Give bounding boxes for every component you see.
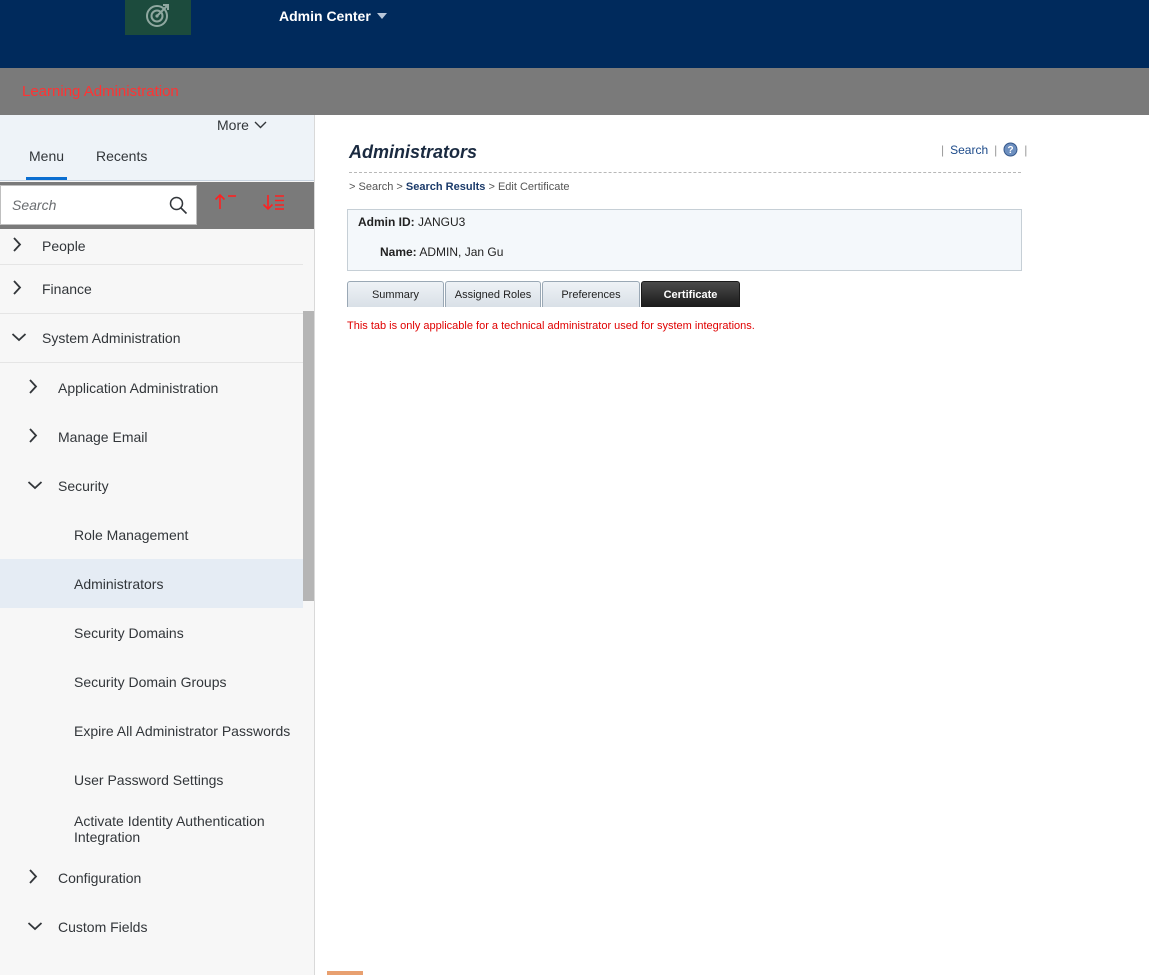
side-navigation: More Menu Recents Search People Finance … (0, 115, 315, 975)
link-separator: | (994, 142, 998, 157)
admin-name-row: Name: ADMIN, Jan Gu (380, 245, 503, 259)
sidebar-item-label: Custom Fields (58, 918, 148, 935)
breadcrumb: > Search > Search Results > Edit Certifi… (349, 181, 570, 193)
search-input[interactable] (1, 186, 161, 224)
link-separator: | (1024, 142, 1028, 157)
top-links: | Search | ? | (935, 142, 1033, 157)
active-tab-indicator (26, 177, 67, 180)
tab-certificate[interactable]: Certificate (641, 281, 740, 307)
sort-descending-icon[interactable] (262, 192, 286, 217)
admin-name-label: Name: (380, 245, 417, 259)
shell-bar: Admin Center (0, 0, 1149, 68)
admin-id-row: Admin ID: JANGU3 (358, 215, 465, 229)
app-title: Admin Center (279, 8, 371, 24)
main-content: Administrators | Search | ? | > Search >… (315, 115, 1149, 975)
sidebar-item-label: People (42, 237, 86, 254)
sub-header-bar: Learning Administration (0, 68, 1149, 115)
chevron-right-icon (11, 280, 23, 299)
tab-preferences[interactable]: Preferences (542, 281, 640, 307)
tab-assigned-roles[interactable]: Assigned Roles (445, 281, 541, 307)
link-separator: | (941, 142, 945, 157)
chevron-down-icon (254, 121, 267, 129)
tab-recents[interactable]: Recents (96, 148, 147, 164)
target-icon (144, 1, 172, 34)
company-logo[interactable] (125, 0, 191, 35)
breadcrumb-separator: > (488, 181, 495, 193)
sidebar-item-administrators[interactable]: Administrators (0, 559, 303, 608)
sidebar-item-role-management[interactable]: Role Management (0, 510, 303, 559)
search-box (0, 185, 197, 225)
sidebar-item-label: User Password Settings (74, 771, 224, 788)
sidebar-item-activate-identity-authentication[interactable]: Activate Identity Authentication Integra… (0, 804, 303, 853)
sidebar-item-application-administration[interactable]: Application Administration (0, 363, 303, 412)
admin-info-panel: Admin ID: JANGU3 Name: ADMIN, Jan Gu (347, 209, 1022, 271)
sidebar-item-system-administration[interactable]: System Administration (0, 314, 303, 363)
svg-text:?: ? (1008, 145, 1014, 156)
help-icon[interactable]: ? (1003, 142, 1018, 157)
breadcrumb-search-results[interactable]: Search Results (406, 181, 485, 193)
sidebar-item-label: Application Administration (58, 379, 219, 396)
sidebar-item-expire-passwords[interactable]: Expire All Administrator Passwords (0, 706, 303, 755)
chevron-right-icon (27, 378, 39, 397)
bottom-scroll-accent (327, 971, 363, 975)
admin-tabs: Summary Assigned Roles Preferences Certi… (347, 281, 741, 307)
search-icon[interactable] (169, 196, 188, 220)
sidebar-item-user-password-settings[interactable]: User Password Settings (0, 755, 303, 804)
caret-down-icon (376, 13, 387, 19)
breadcrumb-search[interactable]: Search (359, 181, 394, 193)
certificate-notice: This tab is only applicable for a techni… (347, 320, 755, 332)
sidebar-item-configuration[interactable]: Configuration (0, 853, 303, 902)
breadcrumb-separator: > (396, 181, 403, 193)
more-label: More (217, 117, 249, 133)
sidebar-item-label: System Administration (42, 330, 181, 346)
app-title-menu[interactable]: Admin Center (279, 8, 387, 24)
sidebar-item-label: Security Domains (74, 624, 184, 641)
admin-id-value: JANGU3 (418, 215, 466, 229)
sidebar-item-label: Security (58, 477, 109, 494)
subheader-title: Learning Administration (22, 83, 179, 100)
sidebar-item-label: Expire All Administrator Passwords (74, 722, 291, 739)
sidebar-item-label: Configuration (58, 869, 142, 886)
breadcrumb-current: Edit Certificate (497, 181, 570, 193)
chevron-right-icon (11, 236, 23, 255)
sidebar-item-label: Role Management (74, 526, 189, 543)
more-button[interactable]: More (217, 117, 267, 133)
sidebar-item-label: Security Domain Groups (74, 673, 227, 690)
chevron-down-icon (27, 478, 43, 494)
sidebar-item-finance[interactable]: Finance (0, 265, 303, 314)
sidebar-item-security-domains[interactable]: Security Domains (0, 608, 303, 657)
search-link[interactable]: Search (950, 143, 988, 157)
sort-ascending-icon[interactable] (214, 192, 238, 217)
admin-id-label: Admin ID: (358, 215, 415, 229)
sidebar-item-people[interactable]: People (0, 227, 303, 265)
sidebar-item-label: Manage Email (58, 428, 148, 445)
chevron-right-icon (27, 427, 39, 446)
side-nav-list: People Finance System Administration App… (0, 227, 303, 951)
breadcrumb-separator: > (349, 181, 356, 193)
sidebar-item-manage-email[interactable]: Manage Email (0, 412, 303, 461)
sidebar-scrollbar[interactable] (303, 311, 314, 601)
sidebar-item-label: Activate Identity Authentication Integra… (74, 812, 265, 845)
tab-menu[interactable]: Menu (29, 148, 64, 164)
admin-name-value: ADMIN, Jan Gu (419, 245, 504, 259)
chevron-right-icon (27, 868, 39, 887)
chevron-down-icon (11, 330, 27, 346)
sidebar-item-label: Administrators (74, 575, 164, 592)
sidebar-item-security[interactable]: Security (0, 461, 303, 510)
sidebar-item-label: Finance (42, 281, 92, 297)
side-nav-toolbar (0, 182, 314, 229)
sidebar-item-custom-fields[interactable]: Custom Fields (0, 902, 303, 951)
sidebar-item-security-domain-groups[interactable]: Security Domain Groups (0, 657, 303, 706)
chevron-down-icon (27, 919, 43, 935)
side-nav-header: More Menu Recents (0, 115, 314, 181)
title-divider (349, 172, 1021, 173)
page-title: Administrators (349, 142, 478, 162)
tab-summary[interactable]: Summary (347, 281, 444, 307)
